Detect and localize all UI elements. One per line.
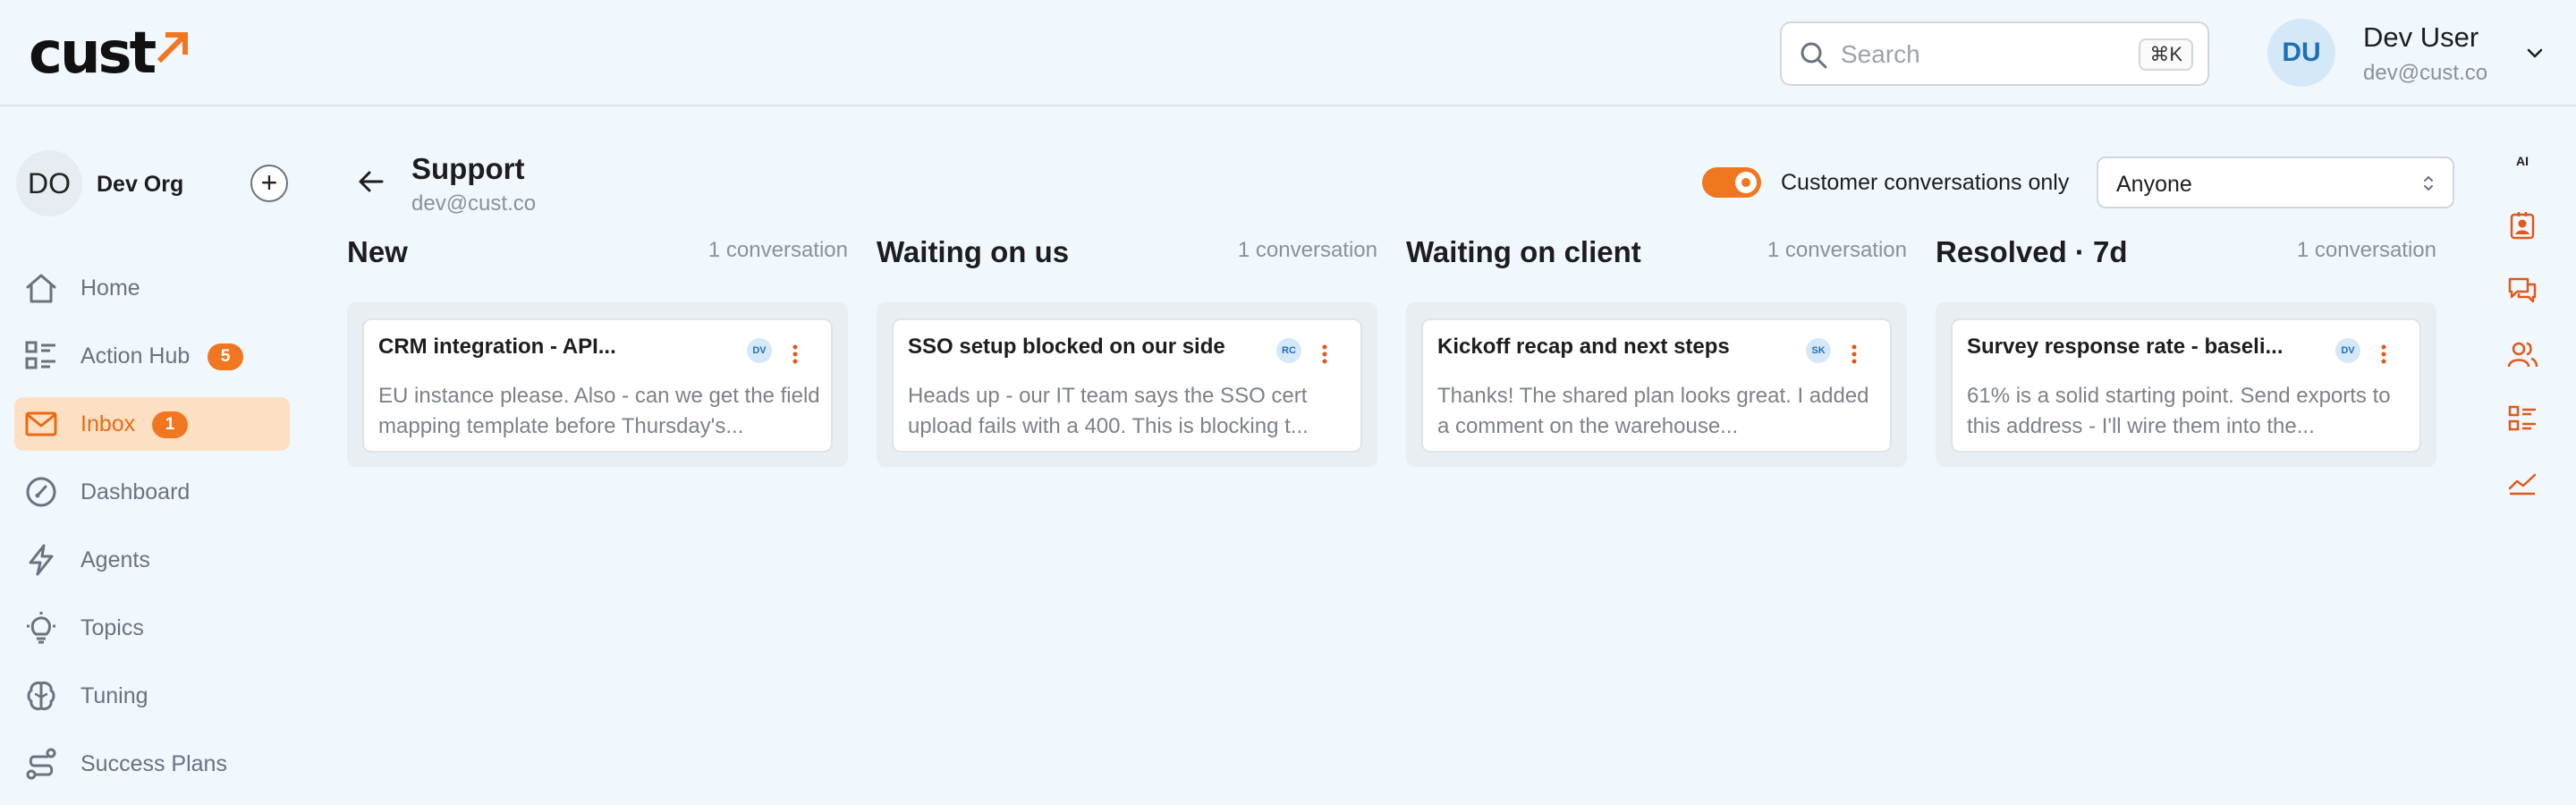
page-subtitle: dev@cust.co (411, 191, 537, 216)
inbox-count-badge: 1 (152, 411, 188, 438)
sidebar-item-label: Dashboard (80, 479, 191, 504)
card-assignee-avatar: SK (1806, 338, 1831, 363)
column-title-waiting-on-client: Waiting on client (1406, 235, 1641, 268)
contact-card-icon[interactable] (2506, 209, 2538, 242)
card-assignee-avatar: DV (2335, 338, 2360, 363)
column-count-new: 1 conversation (708, 238, 848, 262)
sidebar-item-label: Agents (80, 547, 150, 572)
trend-chart-icon[interactable] (2506, 467, 2538, 499)
sidebar-item-home[interactable]: Home (14, 261, 290, 315)
conversation-card[interactable]: CRM integration - API... DV EU instance … (362, 318, 833, 453)
search-icon (1801, 42, 1827, 69)
sidebar-item-topics[interactable]: Topics (14, 601, 290, 655)
sidebar-item-dashboard[interactable]: Dashboard (14, 465, 290, 519)
sidebar-item-label: Action Hub (80, 343, 191, 369)
toggle-label: Customer conversations only (1781, 170, 2070, 195)
sidebar-item-inbox[interactable]: Inbox 1 (14, 397, 290, 451)
customer-conversations-toggle[interactable] (1702, 167, 1761, 198)
sidebar-item-tuning[interactable]: Tuning (14, 669, 290, 723)
cust-logo[interactable]: cust (29, 25, 191, 82)
search-box[interactable]: ⌘K (1780, 21, 2209, 86)
sidebar-item-action-hub[interactable]: Action Hub 5 (14, 329, 290, 383)
lightbulb-icon (27, 612, 55, 644)
column-title-waiting-on-us: Waiting on us (877, 235, 1070, 268)
card-preview: EU instance please. Also - can we get th… (378, 384, 820, 438)
card-preview: 61% is a solid starting point. Send expo… (1967, 384, 2391, 438)
page-title: Support (411, 152, 525, 185)
top-header: cust ⌘K DU Dev User dev@cust.co (0, 0, 2576, 106)
org-avatar[interactable]: DO (16, 150, 82, 216)
sidebar-item-label: Success Plans (80, 751, 227, 776)
card-preview: Heads up - our IT team says the SSO cert… (908, 384, 1309, 438)
select-caret-icon (2424, 176, 2433, 191)
column-title-resolved: Resolved · 7d (1936, 235, 2128, 268)
kebab-menu-icon[interactable] (1319, 342, 1330, 367)
sidebar-item-label: Inbox (80, 411, 136, 436)
logo-arrow-icon (157, 31, 189, 64)
back-arrow-icon[interactable] (356, 166, 386, 197)
toggle-knob (1735, 172, 1757, 193)
mail-icon (25, 411, 57, 436)
search-shortcut-hint: ⌘K (2139, 38, 2193, 71)
sidebar-item-label: Topics (80, 615, 144, 640)
column-count-waiting-on-client: 1 conversation (1767, 238, 1907, 262)
conversation-card[interactable]: SSO setup blocked on our side RC Heads u… (892, 318, 1362, 453)
action-hub-icon (25, 341, 55, 369)
user-name[interactable]: Dev User (2363, 21, 2479, 54)
user-avatar[interactable]: DU (2267, 19, 2335, 87)
conversation-card[interactable]: Survey response rate - baseli... DV 61% … (1951, 318, 2421, 453)
card-title: Survey response rate - baseli... (1967, 335, 2284, 359)
chat-bubbles-icon[interactable] (2506, 274, 2538, 306)
lightning-icon (29, 544, 54, 576)
ai-assistant-button[interactable]: AI (2506, 145, 2538, 177)
action-hub-count-badge: 5 (208, 343, 243, 370)
home-icon (26, 274, 56, 303)
org-name[interactable]: Dev Org (97, 172, 183, 198)
route-icon (26, 748, 56, 780)
brain-icon (27, 682, 55, 710)
checklist-icon[interactable] (2506, 402, 2538, 435)
search-input[interactable] (1841, 36, 2127, 73)
users-icon[interactable] (2506, 338, 2538, 370)
sidebar-item-agents[interactable]: Agents (14, 533, 290, 587)
card-title: SSO setup blocked on our side (908, 335, 1225, 359)
kebab-menu-icon[interactable] (790, 342, 801, 367)
assignee-select[interactable]: Anyone (2097, 157, 2454, 208)
column-count-waiting-on-us: 1 conversation (1237, 238, 1377, 262)
kebab-menu-icon[interactable] (2378, 342, 2389, 367)
user-email: dev@cust.co (2363, 61, 2488, 85)
column-count-resolved: 1 conversation (2296, 238, 2436, 262)
sidebar-item-label: Tuning (80, 683, 148, 708)
chevron-down-icon[interactable] (2524, 43, 2546, 64)
conversation-card[interactable]: Kickoff recap and next steps SK Thanks! … (1421, 318, 1892, 453)
sidebar-item-label: Home (80, 275, 140, 301)
card-preview: Thanks! The shared plan looks great. I a… (1437, 384, 1869, 438)
card-title: Kickoff recap and next steps (1437, 335, 1730, 359)
card-assignee-avatar: DV (747, 338, 772, 363)
sidebar-item-success-plans[interactable]: Success Plans (14, 737, 290, 791)
assignee-select-value: Anyone (2116, 172, 2192, 197)
card-title: CRM integration - API... (378, 335, 616, 359)
logo-text: cust (29, 21, 157, 87)
gauge-icon (26, 477, 56, 507)
kebab-menu-icon[interactable] (1849, 342, 1860, 367)
card-assignee-avatar: RC (1276, 338, 1301, 363)
column-title-new: New (347, 235, 408, 268)
add-org-button[interactable]: + (250, 165, 288, 202)
